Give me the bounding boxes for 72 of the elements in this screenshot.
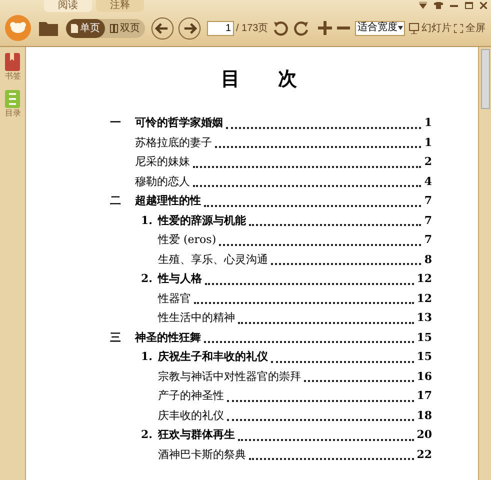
page-number: 20 xyxy=(416,427,432,443)
page-number: 8 xyxy=(424,252,432,268)
page-number: 2 xyxy=(424,154,432,170)
entry-number: 三 xyxy=(110,330,122,346)
entry-title[interactable]: 神圣的性狂舞 xyxy=(135,330,201,346)
entry-title[interactable]: 性器官 xyxy=(158,290,191,307)
entry-title[interactable]: 酒神巴卡斯的祭典 xyxy=(158,446,246,463)
tab[interactable]: 阅读 xyxy=(44,0,92,12)
entry-title[interactable]: 宗教与神话中对性器官的崇拜 xyxy=(158,368,301,385)
entry-title[interactable]: 性爱的辞源与机能 xyxy=(158,212,246,229)
entry-title[interactable]: 性生活中的精神 xyxy=(158,310,235,326)
entry-title[interactable]: 苏格拉底的妻子 xyxy=(135,134,212,151)
page-number: 12 xyxy=(416,290,432,306)
page-number-field[interactable]: 1 xyxy=(207,20,234,36)
rotate-right-icon[interactable] xyxy=(294,20,310,36)
page-number: 1 xyxy=(424,115,432,131)
page-number: 7 xyxy=(424,193,432,209)
monitor-icon xyxy=(409,22,420,34)
view-mode-button[interactable]: 单页 xyxy=(66,18,105,38)
page-number: 4 xyxy=(424,174,432,190)
sidebar-item[interactable]: 书签 xyxy=(2,53,22,82)
scrollbar-thumb[interactable] xyxy=(480,49,490,109)
page-number: 15 xyxy=(416,349,432,365)
entry-number: 1. xyxy=(141,349,154,365)
entry-title[interactable]: 尼采的妹妹 xyxy=(135,154,190,170)
entry-number: 2. xyxy=(141,427,154,443)
caret-icon xyxy=(398,26,404,30)
page-number: 15 xyxy=(416,330,432,346)
close-icon[interactable] xyxy=(480,2,487,9)
scrollbar[interactable] xyxy=(478,47,491,480)
page-number: 1 xyxy=(424,134,432,150)
folder-icon[interactable] xyxy=(39,20,58,36)
page-total: / 173页 xyxy=(236,22,268,36)
entry-title[interactable]: 庆祝生子和丰收的礼仪 xyxy=(158,349,268,366)
two-pages-icon xyxy=(110,24,118,32)
page-number: 7 xyxy=(424,212,432,228)
entry-number: 一 xyxy=(110,115,122,131)
page-number: 16 xyxy=(416,368,432,384)
page-number: 17 xyxy=(416,388,432,404)
zoom-select[interactable]: 适合宽度 xyxy=(355,20,406,36)
sidebar-item[interactable]: 目录 xyxy=(2,90,22,119)
entry-title[interactable]: 庆丰收的礼仪 xyxy=(158,408,224,424)
maximize-icon[interactable] xyxy=(465,2,473,9)
entry-title[interactable]: 超越理性的性 xyxy=(135,193,201,210)
entry-number: 2. xyxy=(141,271,154,287)
entry-number: 二 xyxy=(110,193,122,209)
entry-title[interactable]: 可怜的哲学家婚姻 xyxy=(135,115,223,132)
fullscreen-icon xyxy=(454,24,464,32)
bookmark-icon xyxy=(5,53,20,71)
entry-number: 1. xyxy=(141,212,154,228)
dropdown-icon[interactable] xyxy=(419,2,427,9)
document-title: 目 次 xyxy=(221,67,297,92)
entry-title[interactable]: 性与人格 xyxy=(158,271,202,288)
entry-title[interactable]: 产子的神圣性 xyxy=(158,388,224,404)
entry-title[interactable]: 生殖、享乐、心灵沟通 xyxy=(158,252,268,268)
view-mode-button[interactable]: 双页 xyxy=(105,18,145,38)
fullscreen-button[interactable]: 全屏 xyxy=(454,20,486,36)
page-number: 12 xyxy=(416,271,432,287)
shirt-icon[interactable] xyxy=(434,2,443,9)
entry-title[interactable]: 性爱 (eros) xyxy=(158,232,216,248)
minimize-icon[interactable] xyxy=(450,4,458,6)
page-number: 7 xyxy=(424,232,432,248)
slideshow-button[interactable]: 幻灯片 xyxy=(409,20,452,36)
rotate-left-icon[interactable] xyxy=(273,20,288,36)
page-number: 13 xyxy=(416,310,432,326)
entry-title[interactable]: 狂欢与群体再生 xyxy=(158,427,235,444)
page-number: 18 xyxy=(416,408,432,424)
page-number: 22 xyxy=(416,446,432,462)
page-icon xyxy=(71,24,78,32)
entry-title[interactable]: 穆勒的恋人 xyxy=(135,174,190,190)
list-icon xyxy=(5,90,20,108)
zoom-in-icon[interactable] xyxy=(318,21,332,35)
